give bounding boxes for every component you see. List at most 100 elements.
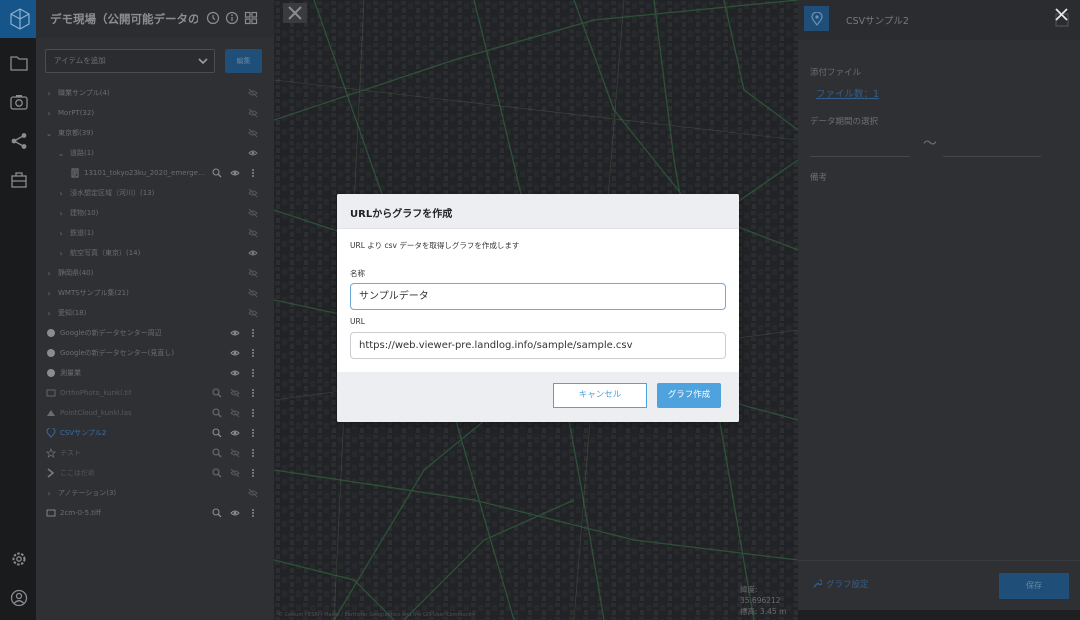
more-vert-icon[interactable] xyxy=(248,168,258,178)
visibility-icon[interactable] xyxy=(230,168,240,178)
zoom-to-icon[interactable] xyxy=(212,388,222,398)
info-icon[interactable] xyxy=(225,11,239,25)
file-count-link[interactable]: ファイル数：1 xyxy=(816,86,879,100)
map-credit[interactable]: © Cesium / ESRI / Maxar / Earthstar Geog… xyxy=(278,612,475,618)
visibility-icon[interactable] xyxy=(230,348,240,358)
camera-icon[interactable] xyxy=(8,91,30,113)
add-item-select[interactable]: アイテムを追加 xyxy=(45,49,215,73)
tree-row[interactable]: テスト xyxy=(36,443,274,463)
chevron-down-icon[interactable]: ⌄ xyxy=(56,149,66,158)
zoom-to-icon[interactable] xyxy=(212,468,222,478)
visibility-off-icon[interactable] xyxy=(230,388,240,398)
period-end-input[interactable] xyxy=(943,156,1041,157)
url-input[interactable]: https://web.viewer-pre.landlog.info/samp… xyxy=(350,332,726,359)
more-vert-icon[interactable] xyxy=(248,368,258,378)
chevron-right-icon[interactable]: › xyxy=(44,489,54,498)
zoom-to-icon[interactable] xyxy=(212,428,222,438)
tree-row[interactable]: ⌄ 東京都(39) xyxy=(36,123,274,143)
zoom-to-icon[interactable] xyxy=(212,448,222,458)
share-icon[interactable] xyxy=(8,130,30,152)
chevron-right-icon[interactable]: › xyxy=(44,289,54,298)
toolbox-icon[interactable] xyxy=(8,169,30,191)
chevron-down-icon[interactable]: ⌄ xyxy=(44,129,54,138)
chevron-right-icon[interactable]: › xyxy=(44,269,54,278)
folder-icon[interactable] xyxy=(8,52,30,74)
visibility-off-icon[interactable] xyxy=(230,408,240,418)
tree-row[interactable]: 測量業 xyxy=(36,363,274,383)
attachments-label: 添付ファイル xyxy=(810,68,862,78)
period-start-input[interactable] xyxy=(810,156,910,157)
map-close-button[interactable] xyxy=(283,3,307,23)
tree-row-selected[interactable]: CSVサンプル2 xyxy=(36,423,274,443)
more-vert-icon[interactable] xyxy=(248,428,258,438)
tree-row[interactable]: ⌄ 道路(1) xyxy=(36,143,274,163)
zoom-to-icon[interactable] xyxy=(212,168,222,178)
tree-row[interactable]: › 愛知(18) xyxy=(36,303,274,323)
tree-row[interactable]: PointCloud_kunkl.las xyxy=(36,403,274,423)
create-graph-button[interactable]: グラフ作成 xyxy=(657,383,721,408)
tree-row[interactable]: › MorPT(32) xyxy=(36,103,274,123)
app-logo-icon[interactable] xyxy=(0,0,40,38)
visibility-icon[interactable] xyxy=(230,328,240,338)
chevron-right-icon[interactable]: › xyxy=(56,189,66,198)
more-vert-icon[interactable] xyxy=(248,408,258,418)
account-icon[interactable] xyxy=(8,587,30,609)
chevron-right-icon[interactable]: › xyxy=(56,249,66,258)
tree-row[interactable]: › アノテーション(3) xyxy=(36,483,274,503)
tree-row[interactable]: OrthoPhoto_kunkl.tif xyxy=(36,383,274,403)
more-vert-icon[interactable] xyxy=(248,388,258,398)
visibility-icon[interactable] xyxy=(230,368,240,378)
visibility-off-icon[interactable] xyxy=(248,488,258,498)
visibility-off-icon[interactable] xyxy=(230,468,240,478)
visibility-icon[interactable] xyxy=(230,508,240,518)
tree-row[interactable]: › 浸水想定区域（河川）(13) xyxy=(36,183,274,203)
tree-row[interactable]: › 静岡県(40) xyxy=(36,263,274,283)
zoom-to-icon[interactable] xyxy=(212,508,222,518)
visibility-off-icon[interactable] xyxy=(248,288,258,298)
visibility-off-icon[interactable] xyxy=(248,268,258,278)
visibility-off-icon[interactable] xyxy=(248,88,258,98)
visibility-off-icon[interactable] xyxy=(248,228,258,238)
more-vert-icon[interactable] xyxy=(248,468,258,478)
chevron-right-icon[interactable]: › xyxy=(44,89,54,98)
tree-row[interactable]: 2cm-0-5.tiff xyxy=(36,503,274,523)
settings-gear-icon[interactable] xyxy=(8,548,30,570)
visibility-off-icon[interactable] xyxy=(248,108,258,118)
chevron-right-icon[interactable]: › xyxy=(44,109,54,118)
grid-icon[interactable] xyxy=(244,11,258,25)
more-vert-icon[interactable] xyxy=(248,348,258,358)
visibility-off-icon[interactable] xyxy=(230,448,240,458)
tree-row[interactable]: › WMTSサンプル集(21) xyxy=(36,283,274,303)
more-vert-icon[interactable] xyxy=(248,508,258,518)
visibility-off-icon[interactable] xyxy=(248,128,258,138)
tree-row[interactable]: › 建物(10) xyxy=(36,203,274,223)
tree-row[interactable]: 13101_tokyo23ku_2020_emergency_... xyxy=(36,163,274,183)
visibility-off-icon[interactable] xyxy=(248,208,258,218)
visibility-off-icon[interactable] xyxy=(248,188,258,198)
panel-close-button[interactable] xyxy=(1051,4,1071,24)
edit-button[interactable]: 編集 xyxy=(225,49,262,73)
tree-row[interactable]: ここはだめ xyxy=(36,463,274,483)
chevron-right-icon[interactable]: › xyxy=(44,309,54,318)
graph-setting-button[interactable]: グラフ設定 xyxy=(812,578,869,590)
tree-row[interactable]: Googleの新データセンター(見直し) xyxy=(36,343,274,363)
more-vert-icon[interactable] xyxy=(248,448,258,458)
visibility-icon[interactable] xyxy=(248,248,258,258)
chevron-right-icon[interactable]: › xyxy=(56,209,66,218)
visibility-icon[interactable] xyxy=(230,428,240,438)
more-vert-icon[interactable] xyxy=(248,328,258,338)
modal-header: URLからグラフを作成 xyxy=(337,194,739,229)
tree-row[interactable]: Googleの新データセンター周辺 xyxy=(36,323,274,343)
tree-row[interactable]: › 職業サンプル(4) xyxy=(36,83,274,103)
visibility-off-icon[interactable] xyxy=(248,308,258,318)
tree-row[interactable]: › 航空写真（東京）(14) xyxy=(36,243,274,263)
name-input[interactable]: サンプルデータ xyxy=(350,283,726,310)
cancel-button[interactable]: キャンセル xyxy=(553,383,647,408)
history-icon[interactable] xyxy=(206,11,220,25)
tree-row[interactable]: › 鉄道(1) xyxy=(36,223,274,243)
chevron-right-icon[interactable]: › xyxy=(56,229,66,238)
visibility-icon[interactable] xyxy=(248,148,258,158)
project-title[interactable]: デモ現場（公開可能データの… xyxy=(50,11,198,27)
zoom-to-icon[interactable] xyxy=(212,408,222,418)
save-button[interactable]: 保存 xyxy=(999,573,1069,599)
